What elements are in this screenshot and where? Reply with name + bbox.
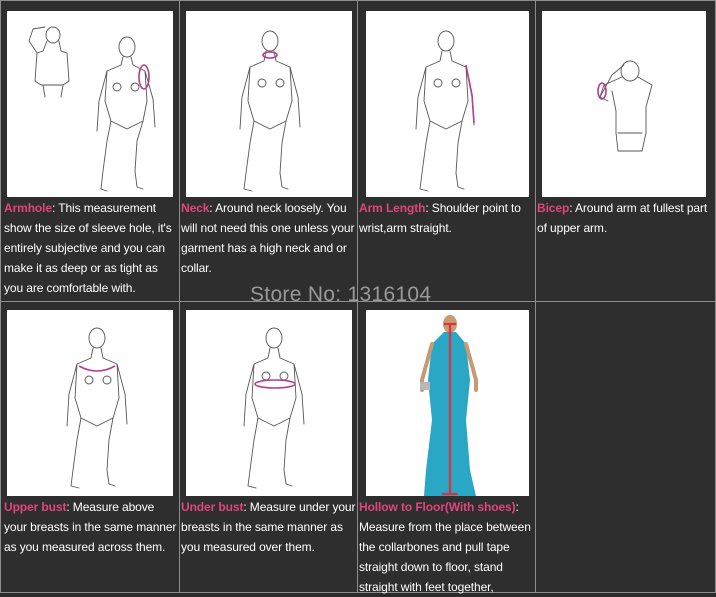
neck-label: Neck [181, 201, 210, 215]
armhole-label: Armhole [4, 201, 52, 215]
neck-illustration [186, 11, 352, 197]
hollow-to-floor-caption: Hollow to Floor(With shoes): Measure fro… [359, 497, 535, 597]
measure-cell-arm-length: Arm Length: Shoulder point to wrist,arm … [357, 0, 536, 302]
upper-bust-caption: Upper bust: Measure above your breasts i… [4, 497, 179, 557]
measure-cell-under-bust: Under bust: Measure under your breasts i… [179, 301, 358, 593]
neck-caption: Neck: Around neck loosely. You will not … [181, 198, 357, 278]
arm-length-label: Arm Length [359, 201, 426, 215]
under-bust-illustration [186, 310, 352, 496]
store-watermark: Store No: 1316104 [250, 283, 432, 306]
measure-cell-armhole: Armhole: This measurement show the size … [0, 0, 180, 302]
armhole-text: : This measurement show the size of slee… [4, 201, 172, 295]
measure-cell-neck: Neck: Around neck loosely. You will not … [179, 0, 358, 302]
measure-cell-upper-bust: Upper bust: Measure above your breasts i… [0, 301, 180, 593]
bicep-caption: Bicep: Around arm at fullest part of upp… [537, 198, 715, 238]
hollow-to-floor-label: Hollow to Floor(With shoes) [359, 500, 516, 514]
measure-cell-hollow-to-floor: Hollow to Floor(With shoes): Measure fro… [357, 301, 536, 594]
upper-bust-label: Upper bust [4, 500, 67, 514]
empty-cell [535, 301, 716, 593]
hollow-to-floor-photo [366, 310, 529, 496]
under-bust-label: Under bust [181, 500, 244, 514]
armhole-caption: Armhole: This measurement show the size … [4, 198, 179, 298]
bicep-illustration [542, 11, 706, 197]
hollow-to-floor-text: : Measure from the place between the col… [359, 500, 531, 594]
measure-cell-bicep: Bicep: Around arm at fullest part of upp… [535, 0, 716, 302]
armhole-illustration [7, 11, 173, 197]
upper-bust-illustration [7, 310, 173, 496]
under-bust-caption: Under bust: Measure under your breasts i… [181, 497, 357, 557]
arm-length-caption: Arm Length: Shoulder point to wrist,arm … [359, 198, 535, 238]
arm-length-illustration [366, 11, 529, 197]
bicep-label: Bicep [537, 201, 570, 215]
